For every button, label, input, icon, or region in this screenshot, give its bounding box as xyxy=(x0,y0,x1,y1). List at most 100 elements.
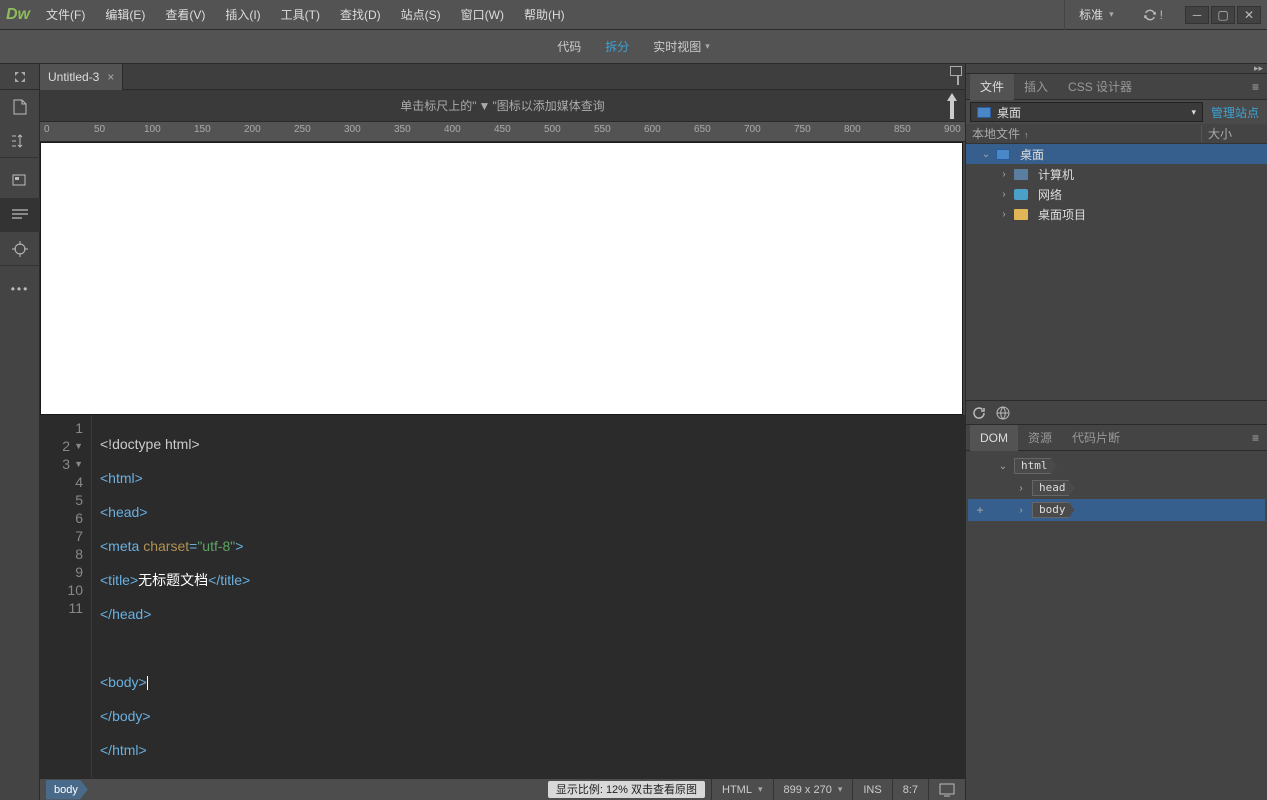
ruler-tick: 50 xyxy=(94,124,105,135)
tree-label: 桌面 xyxy=(1020,146,1044,163)
menu-edit[interactable]: 编辑(E) xyxy=(95,0,155,30)
new-file-icon[interactable] xyxy=(0,90,40,124)
site-dropdown-label: 桌面 xyxy=(997,104,1021,121)
more-tools-icon[interactable]: ••• xyxy=(0,272,40,306)
chevron-right-icon[interactable]: › xyxy=(998,209,1010,220)
refresh-icon[interactable] xyxy=(972,406,986,420)
dom-node-html[interactable]: ⌄html xyxy=(968,455,1265,477)
viewport-dimensions[interactable]: 899 x 270 ▾ xyxy=(773,779,853,800)
menu-insert[interactable]: 插入(I) xyxy=(215,0,270,30)
header-size-col[interactable]: 大小 xyxy=(1201,125,1261,142)
ruler-tick: 150 xyxy=(194,124,211,135)
tree-row-桌面项目[interactable]: ›桌面项目 xyxy=(966,204,1267,224)
document-tabs: Untitled-3 × xyxy=(40,64,965,90)
tab-insert[interactable]: 插入 xyxy=(1014,74,1058,100)
dom-tag-label: head xyxy=(1032,480,1075,496)
center-column: Untitled-3 × 单击标尺上的" ▼ "图标以添加媒体查询 050100… xyxy=(40,64,965,800)
left-toolbar: ••• xyxy=(0,64,40,800)
sync-settings-button[interactable]: ! xyxy=(1134,7,1171,23)
menu-site[interactable]: 站点(S) xyxy=(391,0,451,30)
menu-window[interactable]: 窗口(W) xyxy=(451,0,514,30)
code-editor[interactable]: 1 2▼ 3▼ 4567891011 <!doctype html> <html… xyxy=(40,415,965,778)
live-preview[interactable] xyxy=(40,142,963,415)
tab-files[interactable]: 文件 xyxy=(970,74,1014,100)
maximize-button[interactable]: ▢ xyxy=(1211,6,1235,24)
insert-mode[interactable]: INS xyxy=(852,779,891,800)
zoom-info[interactable]: 显示比例: 12% 双击查看原图 xyxy=(548,781,705,798)
ruler-tick: 450 xyxy=(494,124,511,135)
code-gutter: 1 2▼ 3▼ 4567891011 xyxy=(40,415,92,778)
tree-row-桌面[interactable]: ⌄ 桌面 xyxy=(966,144,1267,164)
globe-icon[interactable] xyxy=(996,406,1010,420)
document-tab-label: Untitled-3 xyxy=(48,70,99,84)
dom-tag-label: body xyxy=(1032,502,1075,518)
cursor-position: 8:7 xyxy=(892,779,928,800)
menu-file[interactable]: 文件(F) xyxy=(36,0,95,30)
ruler[interactable]: 0501001502002503003504004505005506006507… xyxy=(40,122,965,142)
header-name-col[interactable]: 本地文件↑ xyxy=(972,125,1201,142)
document-tab[interactable]: Untitled-3 × xyxy=(40,64,123,90)
hint-text-suffix: "图标以添加媒体查询 xyxy=(492,97,604,114)
add-node-icon[interactable]: + xyxy=(972,503,988,517)
tab-css-designer[interactable]: CSS 设计器 xyxy=(1058,74,1142,100)
panel-menu-icon[interactable]: ≡ xyxy=(1248,431,1263,445)
workspace-switcher[interactable]: 标准 ▾ xyxy=(1064,0,1128,30)
chevron-down-icon[interactable]: ⌄ xyxy=(980,149,992,160)
tab-assets[interactable]: 资源 xyxy=(1018,425,1062,451)
media-breakpoint-marker[interactable] xyxy=(945,92,959,119)
file-tree[interactable]: ⌄ 桌面›计算机›网络›桌面项目 xyxy=(966,144,1267,400)
close-icon[interactable]: × xyxy=(107,70,114,84)
chevron-right-icon[interactable]: › xyxy=(998,189,1010,200)
target-icon[interactable] xyxy=(0,232,40,266)
chevron-right-icon[interactable]: › xyxy=(1014,505,1028,516)
panel-menu-icon[interactable]: ≡ xyxy=(1248,80,1263,94)
dom-node-body[interactable]: + › body xyxy=(968,499,1265,521)
code-body[interactable]: <!doctype html> <html> <head> <meta char… xyxy=(92,415,965,778)
view-live[interactable]: 实时视图 ▾ xyxy=(653,38,710,55)
view-split[interactable]: 拆分 xyxy=(605,38,629,55)
breadcrumb-body[interactable]: body xyxy=(46,780,88,800)
manage-site-link[interactable]: 管理站点 xyxy=(1207,104,1263,121)
dom-node-head[interactable]: › head xyxy=(968,477,1265,499)
indent-icon[interactable] xyxy=(0,124,40,158)
minimize-button[interactable]: ─ xyxy=(1185,6,1209,24)
chevron-right-icon[interactable]: › xyxy=(998,169,1010,180)
expand-panel-icon[interactable] xyxy=(0,64,40,90)
chevron-down-icon[interactable]: ⌄ xyxy=(996,461,1010,472)
file-list-header[interactable]: 本地文件↑ 大小 xyxy=(966,124,1267,144)
menu-find[interactable]: 查找(D) xyxy=(330,0,391,30)
tab-dom[interactable]: DOM xyxy=(970,425,1018,451)
ruler-tick: 700 xyxy=(744,124,761,135)
main-row: ••• Untitled-3 × 单击标尺上的" ▼ "图标以添加媒体查询 05… xyxy=(0,64,1267,800)
ruler-tick: 300 xyxy=(344,124,361,135)
media-marker-icon: ▼ xyxy=(477,99,493,113)
desktop-icon xyxy=(996,149,1010,160)
desktop-icon xyxy=(977,107,991,118)
format-icon[interactable] xyxy=(0,198,40,232)
menu-help[interactable]: 帮助(H) xyxy=(514,0,575,30)
menu-view[interactable]: 查看(V) xyxy=(155,0,215,30)
language-selector[interactable]: HTML ▾ xyxy=(711,779,772,800)
site-dropdown[interactable]: 桌面 ▾ xyxy=(970,102,1203,122)
view-code[interactable]: 代码 xyxy=(557,38,581,55)
menu-tools[interactable]: 工具(T) xyxy=(271,0,330,30)
breadcrumb[interactable]: body xyxy=(40,779,88,800)
tab-snippets[interactable]: 代码片断 xyxy=(1062,425,1130,451)
collapse-panels-icon[interactable]: ▸▸ xyxy=(1254,63,1263,74)
tree-row-网络[interactable]: ›网络 xyxy=(966,184,1267,204)
restore-window-icon[interactable] xyxy=(957,70,959,84)
chevron-right-icon[interactable]: › xyxy=(1014,483,1028,494)
close-button[interactable]: ✕ xyxy=(1237,6,1261,24)
folder-icon xyxy=(1014,209,1028,220)
ruler-tick: 350 xyxy=(394,124,411,135)
sort-asc-icon: ↑ xyxy=(1024,130,1029,140)
chevron-down-icon: ▾ xyxy=(758,784,763,795)
site-selector-row: 桌面 ▾ 管理站点 xyxy=(966,100,1267,124)
menu-bar: Dw 文件(F) 编辑(E) 查看(V) 插入(I) 工具(T) 查找(D) 站… xyxy=(0,0,1267,30)
inspect-icon[interactable] xyxy=(0,164,40,198)
preview-device-icon[interactable] xyxy=(928,779,965,800)
menu-items: 文件(F) 编辑(E) 查看(V) 插入(I) 工具(T) 查找(D) 站点(S… xyxy=(36,0,1064,30)
ruler-tick: 900 xyxy=(944,124,961,135)
tree-row-计算机[interactable]: ›计算机 xyxy=(966,164,1267,184)
dom-tree[interactable]: ⌄html › head + › body xyxy=(966,451,1267,800)
